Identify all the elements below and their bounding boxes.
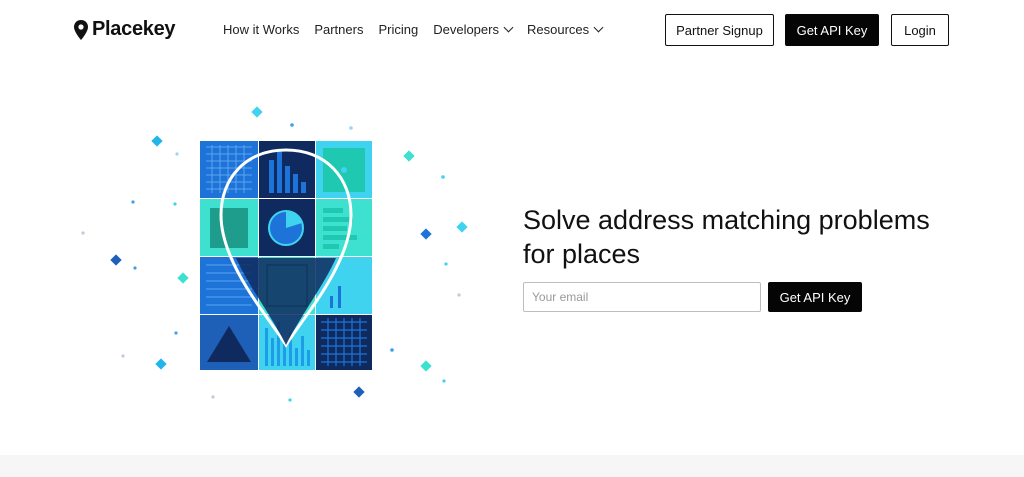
next-section-band: [0, 455, 1024, 477]
nav-label: Pricing: [378, 22, 419, 37]
nav-label: Partners: [314, 22, 364, 37]
login-button[interactable]: Login: [891, 14, 949, 46]
nav-label: Resources: [526, 22, 590, 37]
headline-line-2: for places: [523, 239, 641, 269]
nav-pricing[interactable]: Pricing: [378, 22, 418, 37]
nav-how-it-works[interactable]: How it Works: [223, 22, 299, 37]
map-pin-icon: [74, 19, 88, 40]
header-get-api-key-button[interactable]: Get API Key: [785, 14, 879, 46]
brand-name: Placekey: [92, 18, 176, 40]
nav-partners[interactable]: Partners: [314, 22, 363, 37]
nav-label: How it Works: [223, 22, 300, 37]
nav-label: Developers: [433, 22, 499, 37]
nav-developers[interactable]: Developers: [433, 22, 514, 37]
placekey-logo[interactable]: Placekey: [74, 18, 176, 41]
nav-resources[interactable]: Resources: [526, 22, 604, 37]
hero-illustration: [81, 106, 468, 402]
chevron-down-icon: [503, 22, 514, 33]
hero-get-api-key-button[interactable]: Get API Key: [768, 282, 862, 312]
partner-signup-button[interactable]: Partner Signup: [665, 14, 774, 46]
headline-line-1: Solve address matching problems: [523, 205, 930, 235]
chevron-down-icon: [593, 22, 604, 33]
email-input[interactable]: [523, 282, 761, 312]
main-nav: How it Works Partners Pricing Developers…: [223, 22, 604, 37]
hero-headline: Solve address matching problems for plac…: [523, 203, 930, 271]
